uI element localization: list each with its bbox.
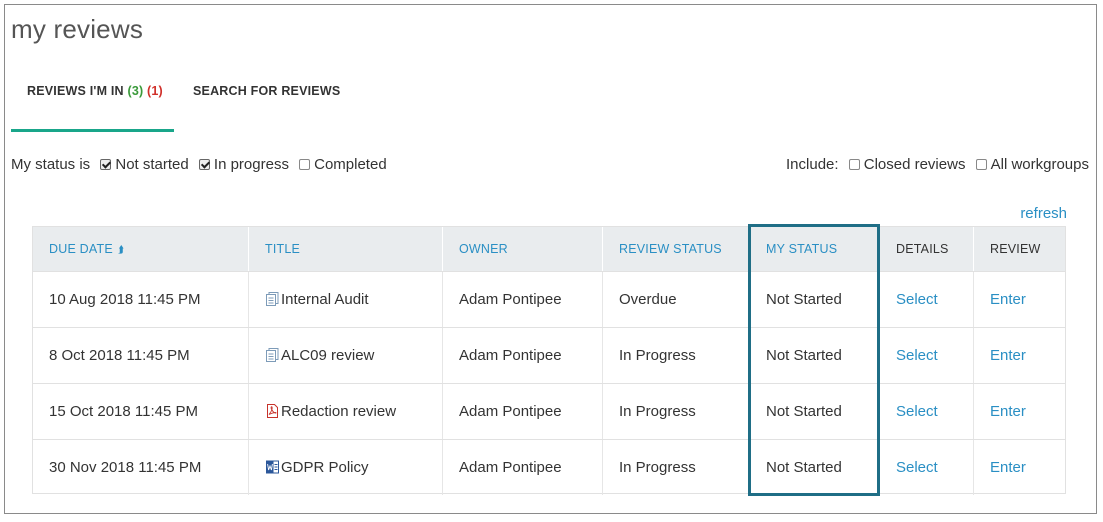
enter-link[interactable]: Enter — [990, 291, 1026, 308]
in-progress-checkbox[interactable] — [198, 159, 210, 170]
my-status-cell: Not Started — [750, 272, 880, 327]
review-cell: Enter — [974, 384, 1066, 439]
tab-label: REVIEWS I'M IN — [27, 84, 124, 98]
refresh-link[interactable]: refresh — [1020, 205, 1067, 222]
column-label: DUE DATE — [49, 242, 113, 256]
review-title: Internal Audit — [281, 291, 369, 308]
overdue-count: (1) — [147, 84, 163, 98]
document-stack-icon — [266, 348, 279, 362]
review-title: Redaction review — [281, 403, 397, 420]
tab-search-for-reviews[interactable]: SEARCH FOR REVIEWS — [193, 74, 340, 108]
select-link[interactable]: Select — [896, 459, 938, 476]
page-title: my reviews — [11, 14, 144, 44]
due-date-cell: 30 Nov 2018 11:45 PM — [33, 440, 249, 495]
my-status-label: My status is — [11, 156, 91, 173]
owner-cell: Adam Pontipee — [443, 384, 603, 439]
tab-bar: REVIEWS I'M IN (3) (1) SEARCH FOR REVIEW… — [11, 74, 431, 132]
table-row: 8 Oct 2018 11:45 PM ALC09 review Adam Po… — [33, 327, 1065, 383]
tab-reviews-im-in[interactable]: REVIEWS I'M IN (3) (1) — [27, 74, 163, 108]
filter-bar: My status is Not started In progress Com… — [11, 156, 1091, 176]
table-header: DUE DATE ⮭ TITLE OWNER REVIEW STATUS MY S… — [33, 227, 1065, 271]
pdf-icon — [267, 404, 278, 418]
completed-checkbox[interactable] — [299, 159, 311, 170]
owner-cell: Adam Pontipee — [443, 272, 603, 327]
review-cell: Enter — [974, 272, 1066, 327]
my-status-cell: Not Started — [750, 384, 880, 439]
reviews-table: DUE DATE ⮭ TITLE OWNER REVIEW STATUS MY S… — [32, 226, 1066, 495]
my-status-cell: Not Started — [750, 440, 880, 495]
title-cell: ALC09 review — [249, 328, 443, 383]
not-started-label: Not started — [115, 156, 189, 173]
details-cell: Select — [880, 328, 974, 383]
review-cell: Enter — [974, 328, 1066, 383]
select-link[interactable]: Select — [896, 291, 938, 308]
due-date-cell: 10 Aug 2018 11:45 PM — [33, 272, 249, 327]
my-status-cell: Not Started — [750, 328, 880, 383]
select-link[interactable]: Select — [896, 347, 938, 364]
not-started-checkbox[interactable] — [100, 159, 112, 170]
review-title: GDPR Policy — [281, 459, 369, 476]
column-header-review: REVIEW — [990, 242, 1041, 256]
sort-ascending-icon: ⮭ — [117, 245, 124, 256]
column-header-my-status[interactable]: MY STATUS — [750, 227, 880, 271]
table-row: 15 Oct 2018 11:45 PM Redaction review Ad… — [33, 383, 1065, 439]
review-status-cell: In Progress — [603, 328, 750, 383]
enter-link[interactable]: Enter — [990, 347, 1026, 364]
review-status-cell: Overdue — [603, 272, 750, 327]
all-workgroups-label: All workgroups — [990, 156, 1089, 173]
title-cell: Internal Audit — [249, 272, 443, 327]
review-status-cell: In Progress — [603, 440, 750, 495]
closed-reviews-checkbox[interactable] — [848, 159, 860, 170]
closed-reviews-label: Closed reviews — [863, 156, 966, 173]
due-date-cell: 15 Oct 2018 11:45 PM — [33, 384, 249, 439]
details-cell: Select — [880, 384, 974, 439]
select-link[interactable]: Select — [896, 403, 938, 420]
enter-link[interactable]: Enter — [990, 403, 1026, 420]
details-cell: Select — [880, 440, 974, 495]
in-progress-label: In progress — [213, 156, 289, 173]
owner-cell: Adam Pontipee — [443, 328, 603, 383]
column-header-owner[interactable]: OWNER — [443, 227, 603, 271]
column-header-title[interactable]: TITLE — [249, 227, 443, 271]
all-workgroups-checkbox[interactable] — [975, 159, 987, 170]
title-cell: Redaction review — [249, 384, 443, 439]
review-cell: Enter — [974, 440, 1066, 495]
active-tab-indicator — [11, 129, 174, 132]
enter-link[interactable]: Enter — [990, 459, 1026, 476]
column-header-due-date[interactable]: DUE DATE ⮭ — [33, 227, 249, 271]
table-row: 30 Nov 2018 11:45 PM GDPR Policy Adam Po… — [33, 439, 1065, 495]
document-stack-icon — [266, 292, 279, 306]
review-title: ALC09 review — [281, 347, 375, 364]
review-status-cell: In Progress — [603, 384, 750, 439]
reviews-count: (3) — [127, 84, 144, 98]
include-label: Include: — [786, 156, 839, 173]
column-header-review-status[interactable]: REVIEW STATUS — [603, 227, 750, 271]
completed-label: Completed — [314, 156, 387, 173]
owner-cell: Adam Pontipee — [443, 440, 603, 495]
status-filter-group: My status is Not started In progress Com… — [11, 156, 387, 173]
details-cell: Select — [880, 272, 974, 327]
include-filter-group: Include: Closed reviews All workgroups — [786, 156, 1089, 173]
word-document-icon — [266, 460, 279, 474]
due-date-cell: 8 Oct 2018 11:45 PM — [33, 328, 249, 383]
table-row: 10 Aug 2018 11:45 PM Internal Audit Adam… — [33, 271, 1065, 327]
column-header-details: DETAILS — [880, 227, 974, 271]
tab-label: SEARCH FOR REVIEWS — [193, 84, 341, 98]
title-cell: GDPR Policy — [249, 440, 443, 495]
